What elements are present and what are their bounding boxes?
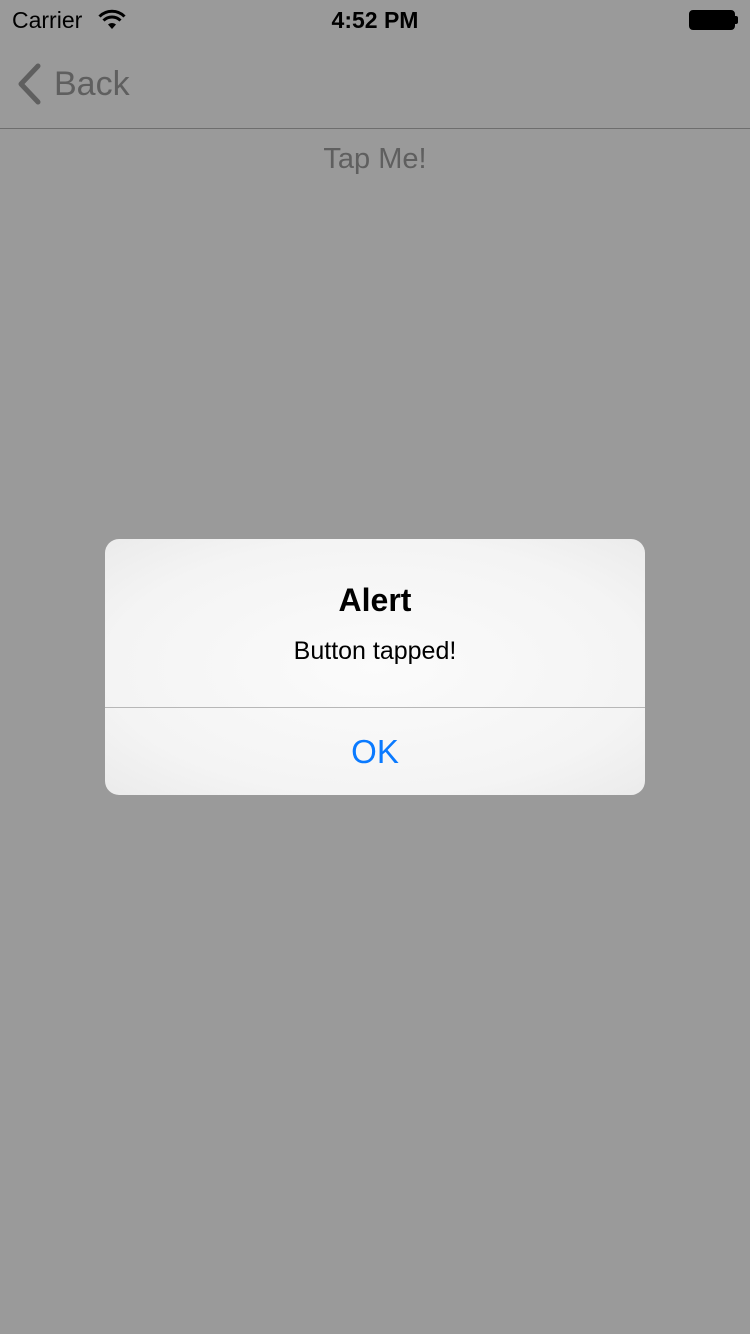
chevron-left-icon xyxy=(18,63,41,105)
battery-icon xyxy=(689,10,739,30)
alert-title: Alert xyxy=(338,582,412,618)
alert-dialog: Alert Button tapped! OK xyxy=(105,539,645,795)
back-label: Back xyxy=(54,65,130,103)
clock: 4:52 PM xyxy=(331,7,419,33)
navigation-bar: Back xyxy=(0,40,750,129)
status-bar: Carrier 4:52 PM xyxy=(0,0,750,40)
ok-button[interactable]: OK xyxy=(105,708,645,795)
back-button[interactable]: Back xyxy=(14,60,130,108)
alert-message: Button tapped! xyxy=(293,637,457,665)
tap-me-button[interactable]: Tap Me! xyxy=(0,140,750,178)
